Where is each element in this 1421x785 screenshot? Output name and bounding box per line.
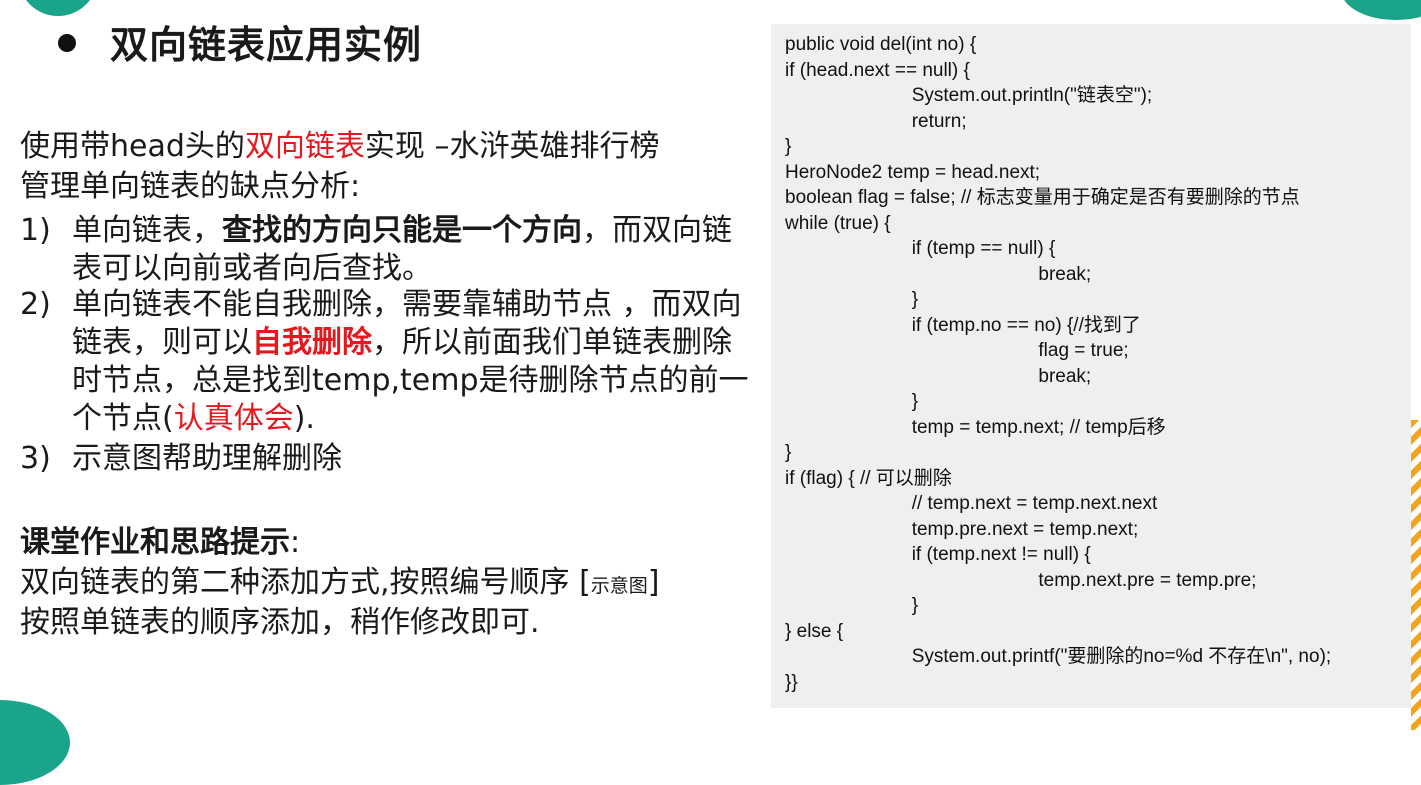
homework-heading-colon: :: [290, 525, 301, 560]
code-panel: public void del(int no) { if (head.next =…: [771, 24, 1411, 708]
decor-shape-top-left: [18, 0, 98, 16]
code-line: break;: [785, 365, 1092, 387]
homework-line-1-end: ]: [647, 565, 660, 600]
homework-line-1: 双向链表的第二种添加方式,按照编号顺序 [示意图]: [20, 564, 760, 605]
slide-title: 双向链表应用实例: [110, 23, 423, 67]
code-line: if (head.next == null) {: [785, 59, 970, 81]
list-item-number: 2): [20, 287, 51, 322]
code-line: System.out.println("链表空");: [785, 85, 1153, 106]
title-bullet-icon: [58, 34, 76, 52]
item-text-red-bold: 自我删除: [252, 325, 372, 360]
item-text-red: 认真体会: [173, 401, 294, 436]
decor-shape-top-right: [1341, 0, 1421, 20]
intro-suffix: 实现 –水浒英雄排行榜: [364, 129, 660, 164]
code-line: temp.next.pre = temp.pre;: [785, 569, 1257, 591]
list-item-text: 单向链表不能自我删除，需要靠辅助节点 ，而双向链表，则可以自我删除，所以前面我们…: [72, 286, 760, 438]
code-line: temp = temp.next; // temp后移: [785, 416, 1166, 438]
code-line: // temp.next = temp.next.next: [785, 493, 1158, 514]
code-line: while (true) {: [785, 212, 891, 234]
homework-line-2: 按照单链表的顺序添加，稍作修改即可.: [20, 605, 540, 640]
homework-heading: 课堂作业和思路提示:: [20, 524, 760, 562]
code-line: if (temp.no == no) {//找到了: [785, 314, 1141, 336]
code-line: flag = true;: [785, 340, 1129, 361]
intro-line: 使用带head头的双向链表实现 –水浒英雄排行榜: [20, 128, 760, 166]
code-line: if (temp == null) {: [785, 238, 1056, 259]
code-line: HeroNode2 temp = head.next;: [785, 161, 1041, 183]
code-line: }: [785, 595, 919, 616]
code-line: }}: [785, 671, 798, 693]
decor-shape-bottom-left: [0, 700, 70, 785]
code-line: if (temp.next != null) {: [785, 544, 1091, 565]
intro-highlight: 双向链表: [244, 129, 365, 164]
item-text-bold: 查找的方向只能是一个方向: [222, 213, 582, 248]
code-line: if (flag) { // 可以删除: [785, 467, 952, 489]
intro-prefix: 使用带head头的: [20, 129, 245, 164]
code-line: }: [785, 442, 792, 463]
homework-line-1-text: 双向链表的第二种添加方式,按照编号顺序 [: [20, 565, 591, 600]
list-item-text: 单向链表，查找的方向只能是一个方向，而双向链表可以向前或者向后查找。: [72, 212, 760, 288]
code-line: } else {: [785, 620, 844, 642]
list-item-number: 1): [20, 213, 51, 248]
code-line: }: [785, 289, 919, 310]
homework-heading-text: 课堂作业和思路提示: [20, 525, 290, 560]
code-line: }: [785, 136, 792, 157]
decor-stripes-right: [1411, 420, 1421, 730]
code-line: public void del(int no) {: [785, 34, 977, 55]
code-line: System.out.printf("要删除的no=%d 不存在\n", no)…: [785, 646, 1332, 667]
code-line: }: [785, 391, 919, 412]
code-line: boolean flag = false; // 标志变量用于确定是否有要删除的…: [785, 187, 1300, 208]
analysis-heading: 管理单向链表的缺点分析:: [20, 169, 361, 204]
item-text-part: 单向链表，: [72, 213, 222, 248]
item-text-part: ).: [293, 401, 315, 436]
code-line: return;: [785, 110, 967, 132]
code-line: temp.pre.next = temp.next;: [785, 518, 1139, 540]
homework-line-1-small: 示意图: [590, 575, 648, 597]
code-line: break;: [785, 263, 1092, 285]
list-item-number: 3): [20, 441, 51, 476]
list-item-text: 示意图帮助理解删除: [72, 441, 342, 476]
